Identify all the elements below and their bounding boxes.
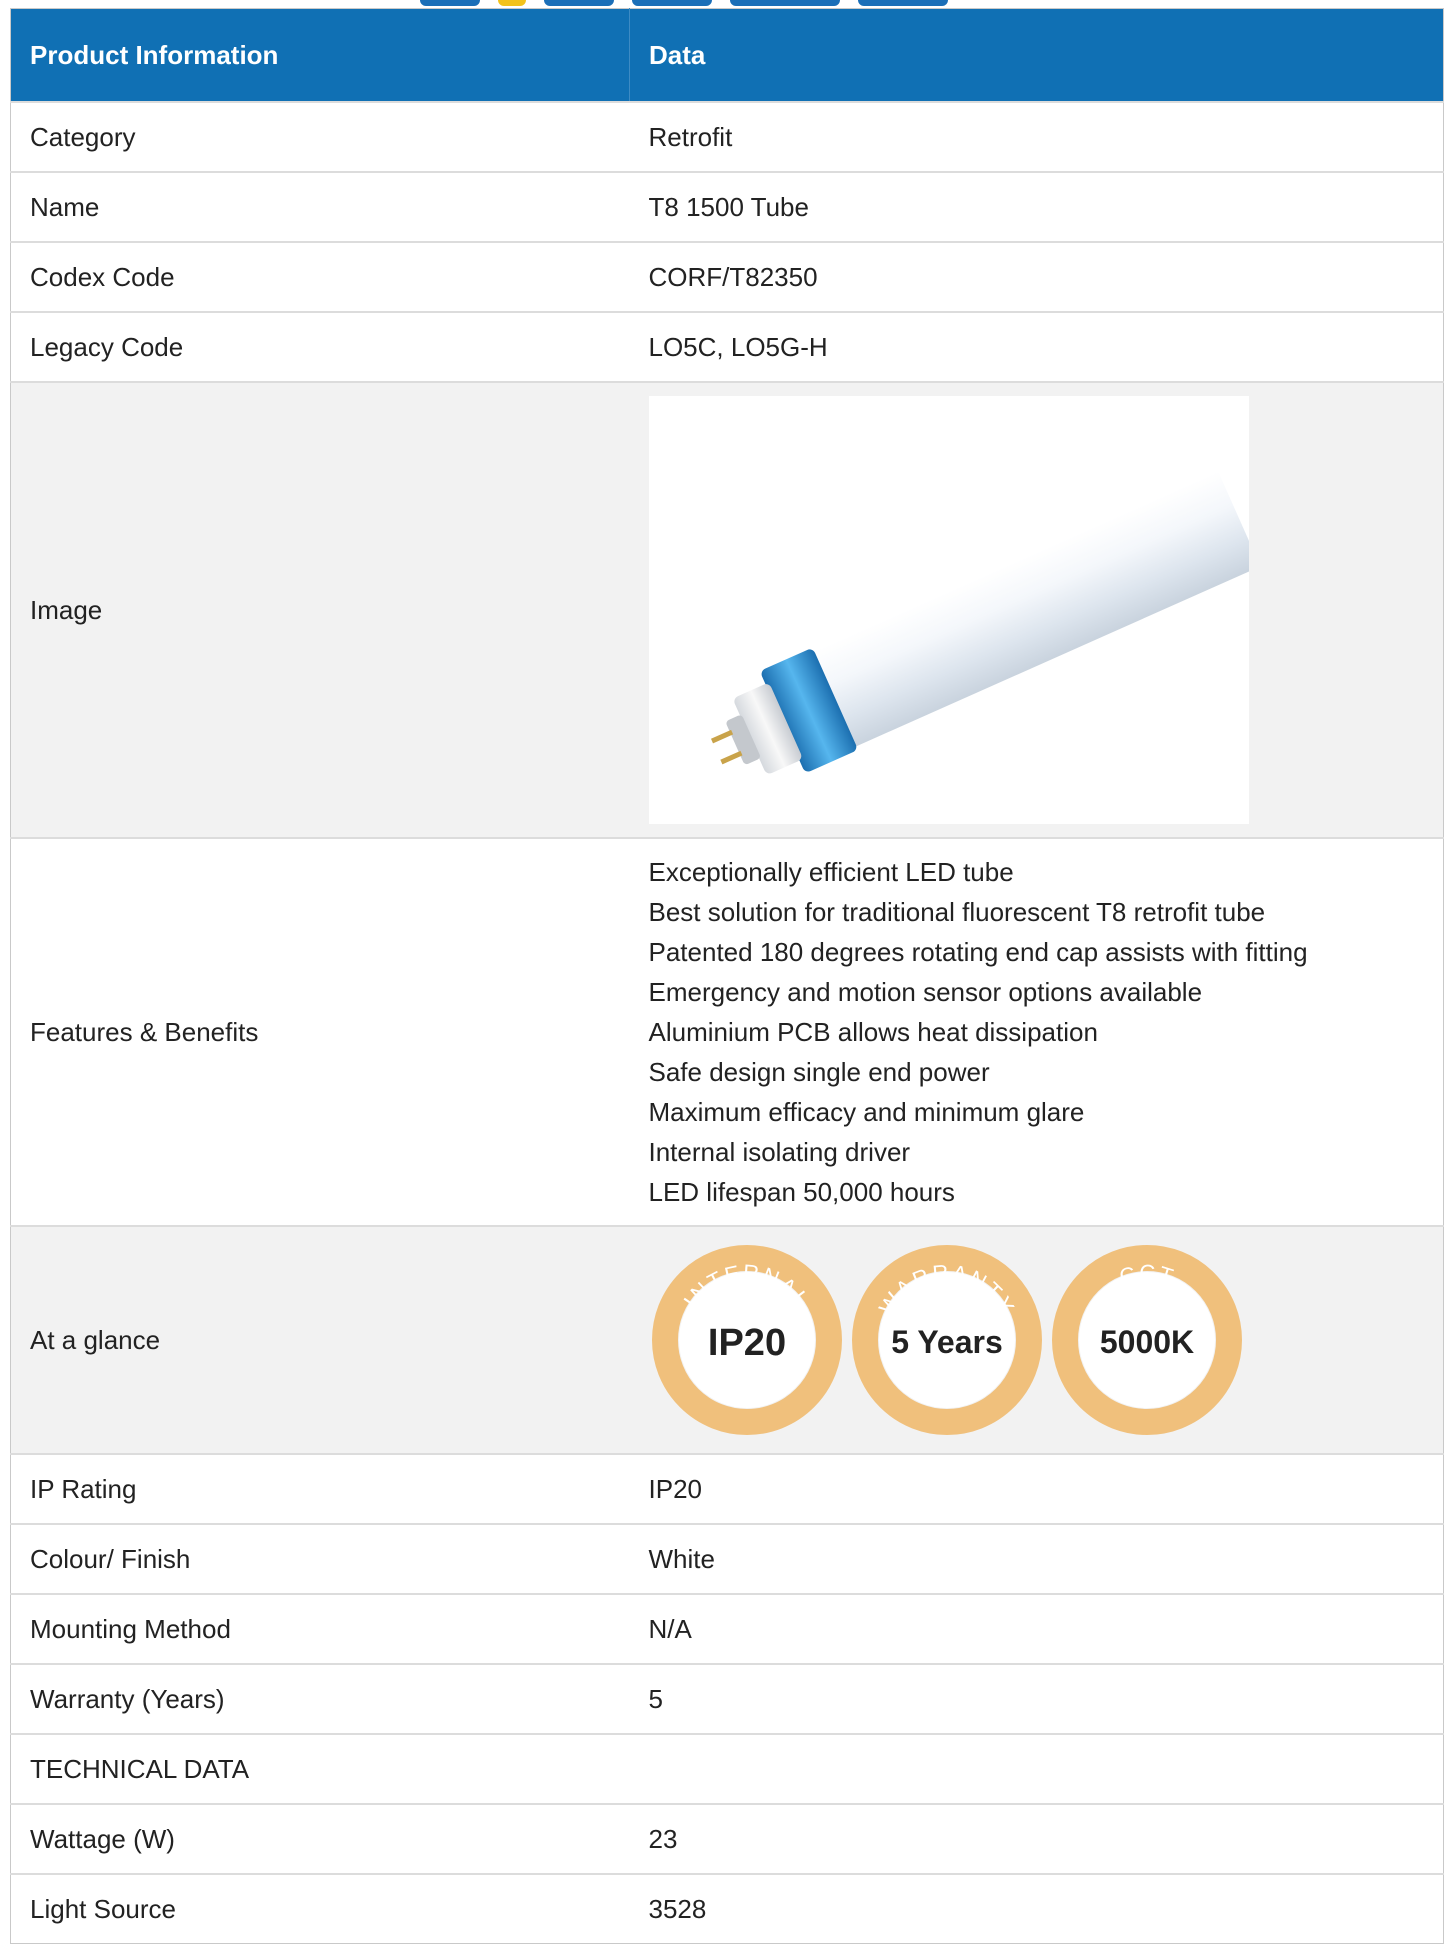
- badge-value: IP20: [707, 1322, 785, 1364]
- row-label: Image: [10, 381, 630, 838]
- table-row-features: Features & Benefits Exceptionally effici…: [10, 837, 1444, 1226]
- row-value: 3528: [629, 1873, 1444, 1944]
- table-row-section: TECHNICAL DATA: [10, 1733, 1444, 1804]
- row-value: T8 1500 Tube: [629, 171, 1444, 242]
- table-row: Light Source 3528: [10, 1873, 1444, 1944]
- cct-badge: CCT 5000K: [1051, 1245, 1242, 1435]
- row-value: Retrofit: [629, 101, 1444, 172]
- site-logo-fragment: [420, 0, 1020, 8]
- feature-item: Maximum efficacy and minimum glare: [648, 1097, 1085, 1127]
- feature-item: Patented 180 degrees rotating end cap as…: [648, 937, 1308, 967]
- row-value: 5: [629, 1663, 1444, 1734]
- feature-item: Emergency and motion sensor options avai…: [648, 977, 1203, 1007]
- table-row: Category Retrofit: [10, 101, 1444, 172]
- row-label: Warranty (Years): [10, 1663, 630, 1734]
- table-row-image: Image: [10, 381, 1444, 838]
- row-label: Codex Code: [10, 241, 630, 312]
- row-label: Light Source: [10, 1873, 630, 1944]
- feature-item: Safe design single end power: [648, 1057, 990, 1087]
- header-data: Data: [629, 8, 1444, 102]
- row-value: 23: [629, 1803, 1444, 1874]
- table-row: Wattage (W) 23: [10, 1803, 1444, 1874]
- table-row: Legacy Code LO5C, LO5G-H: [10, 311, 1444, 382]
- row-value: LO5C, LO5G-H: [629, 311, 1444, 382]
- row-label: At a glance: [10, 1225, 630, 1454]
- row-label: Wattage (W): [10, 1803, 630, 1874]
- badge-group: INTERNAL IP20 WARRANTY 5 Years CCT 5000K: [649, 1242, 1444, 1438]
- row-label: IP Rating: [10, 1453, 630, 1524]
- led-tube-product-image: [648, 396, 1249, 824]
- features-list: Exceptionally efficient LED tube Best so…: [629, 837, 1444, 1226]
- row-value: [629, 1733, 1444, 1804]
- badge-value: 5 Years: [891, 1324, 1003, 1360]
- table-row-at-a-glance: At a glance INTERNAL IP20 WARRANTY 5 Yea…: [10, 1225, 1444, 1454]
- ip-rating-badge: INTERNAL IP20: [651, 1245, 842, 1435]
- feature-item: LED lifespan 50,000 hours: [648, 1177, 955, 1207]
- row-value: N/A: [629, 1593, 1444, 1664]
- table-row: Warranty (Years) 5: [10, 1663, 1444, 1734]
- header-product-information: Product Information: [10, 8, 630, 102]
- feature-item: Best solution for traditional fluorescen…: [648, 897, 1266, 927]
- section-label: TECHNICAL DATA: [10, 1733, 630, 1804]
- table-row: IP Rating IP20: [10, 1453, 1444, 1524]
- table-row: Codex Code CORF/T82350: [10, 241, 1444, 312]
- row-label: Mounting Method: [10, 1593, 630, 1664]
- warranty-badge: WARRANTY 5 Years: [851, 1245, 1042, 1435]
- feature-item: Aluminium PCB allows heat dissipation: [648, 1017, 1098, 1047]
- table-row: Mounting Method N/A: [10, 1593, 1444, 1664]
- row-value-badges: INTERNAL IP20 WARRANTY 5 Years CCT 5000K: [629, 1225, 1444, 1454]
- row-label: Colour/ Finish: [10, 1523, 630, 1594]
- row-label: Legacy Code: [10, 311, 630, 382]
- row-value: CORF/T82350: [629, 241, 1444, 312]
- row-label: Name: [10, 171, 630, 242]
- feature-item: Exceptionally efficient LED tube: [648, 857, 1014, 887]
- table-row: Name T8 1500 Tube: [10, 171, 1444, 242]
- product-spec-table: Product Information Data Category Retrof…: [10, 8, 1444, 1944]
- feature-item: Internal isolating driver: [648, 1137, 911, 1167]
- row-value: IP20: [629, 1453, 1444, 1524]
- table-row: Colour/ Finish White: [10, 1523, 1444, 1594]
- table-header-row: Product Information Data: [10, 8, 1444, 102]
- row-value: White: [629, 1523, 1444, 1594]
- row-label: Category: [10, 101, 630, 172]
- row-value-image: [629, 381, 1444, 838]
- row-label: Features & Benefits: [10, 837, 630, 1226]
- badge-value: 5000K: [1099, 1324, 1193, 1360]
